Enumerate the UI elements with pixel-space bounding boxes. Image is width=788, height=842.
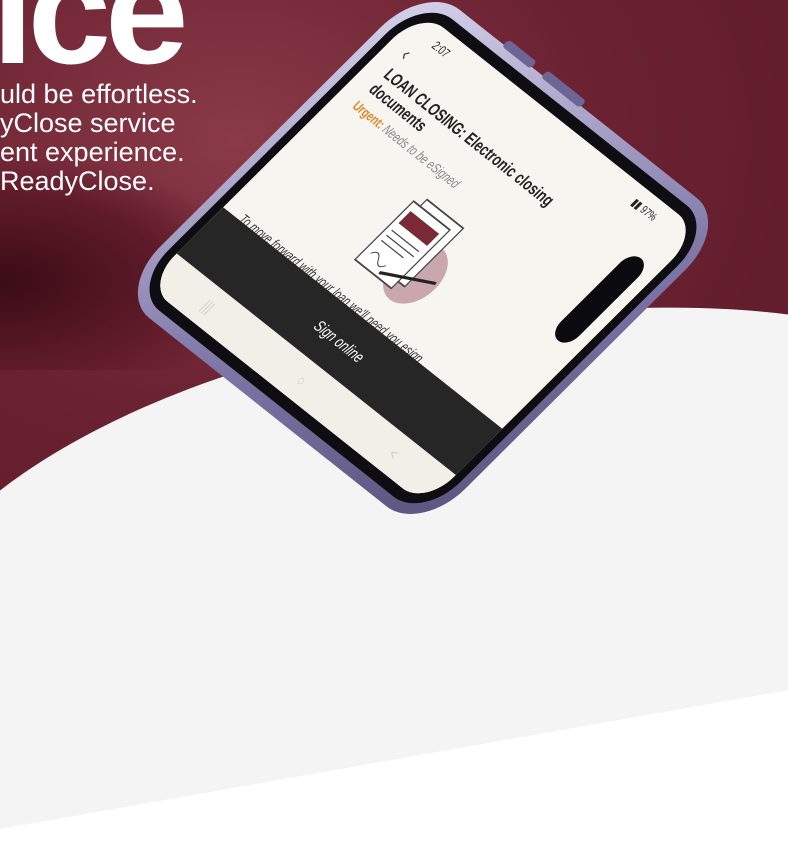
tagline-line: uld be effortless. xyxy=(0,79,198,109)
battery-status: ▮▮ 97% xyxy=(628,197,659,224)
tagline-line: ReadyClose. xyxy=(0,166,155,196)
signed-documents-pen-icon xyxy=(339,183,493,322)
tagline-line: yClose service xyxy=(0,108,176,138)
tagline-line: ent experience. xyxy=(0,137,185,167)
status-time: 2:07 xyxy=(428,39,453,61)
recent-apps-icon[interactable]: ||| xyxy=(198,297,219,316)
back-icon[interactable]: < xyxy=(384,445,403,463)
hero-word-fragment: ice xyxy=(0,0,189,95)
home-icon[interactable]: ○ xyxy=(292,371,311,389)
tagline: uld be effortless. yClose service ent ex… xyxy=(0,80,220,196)
chevron-left-icon[interactable]: ‹ xyxy=(395,44,417,65)
